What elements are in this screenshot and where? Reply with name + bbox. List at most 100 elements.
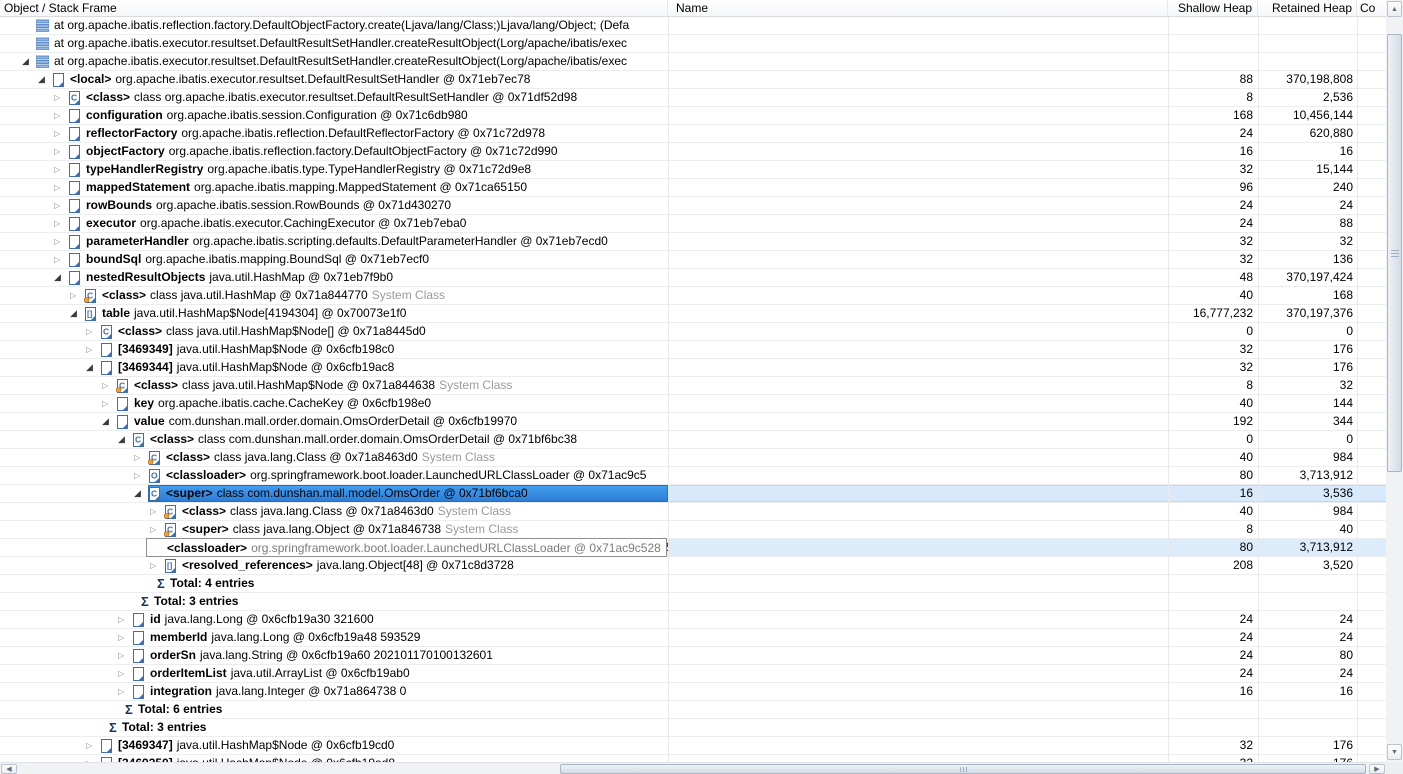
expand-arrow-expanded-icon[interactable]: ◢ xyxy=(134,485,148,502)
horizontal-scrollbar-thumb[interactable] xyxy=(560,764,1366,774)
tree-row[interactable]: ▷C<class>class java.util.HashMap$Node[] … xyxy=(0,323,1386,341)
tree-row[interactable]: ΣTotal: 4 entries xyxy=(0,575,1386,593)
expand-arrow-collapsed-icon[interactable]: ▷ xyxy=(150,503,164,520)
tree-row[interactable]: ▷keyorg.apache.ibatis.cache.CacheKey @ 0… xyxy=(0,395,1386,413)
expand-arrow-collapsed-icon[interactable]: ▷ xyxy=(118,629,132,646)
name-cell xyxy=(668,161,1168,178)
vertical-scrollbar-thumb[interactable] xyxy=(1387,34,1402,472)
expand-arrow-expanded-icon[interactable]: ◢ xyxy=(38,71,52,88)
tree-row[interactable]: at org.apache.ibatis.reflection.factory.… xyxy=(0,17,1386,35)
expand-arrow-collapsed-icon[interactable]: ▷ xyxy=(118,665,132,682)
expand-arrow-collapsed-icon[interactable]: ▷ xyxy=(54,251,68,268)
expand-arrow-collapsed-icon[interactable]: ▷ xyxy=(134,467,148,484)
expand-arrow-collapsed-icon[interactable]: ▷ xyxy=(54,143,68,160)
expand-arrow-collapsed-icon[interactable]: ▷ xyxy=(150,557,164,574)
column-header-co[interactable]: Co xyxy=(1357,0,1386,16)
tree-row[interactable]: ◢nestedResultObjectsjava.util.HashMap @ … xyxy=(0,269,1386,287)
tree-row[interactable]: ▷[]<resolved_references>java.lang.Object… xyxy=(0,557,1386,575)
expand-arrow-expanded-icon[interactable]: ◢ xyxy=(102,413,116,430)
expand-arrow-collapsed-icon[interactable]: ▷ xyxy=(118,683,132,700)
tree-row[interactable]: ▷rowBoundsorg.apache.ibatis.session.RowB… xyxy=(0,197,1386,215)
svg-text:O: O xyxy=(151,470,158,480)
expand-arrow-collapsed-icon[interactable]: ▷ xyxy=(54,179,68,196)
co-cell xyxy=(1357,665,1386,682)
tree-row[interactable]: ▷objectFactoryorg.apache.ibatis.reflecti… xyxy=(0,143,1386,161)
expand-arrow-collapsed-icon[interactable]: ▷ xyxy=(86,737,100,754)
tree-row[interactable]: ▷C<class>class java.lang.Class @ 0x71a84… xyxy=(0,503,1386,521)
expand-arrow-collapsed-icon[interactable]: ▷ xyxy=(70,287,84,304)
column-header-object-stack-frame[interactable]: Object / Stack Frame xyxy=(0,0,668,16)
tree-row[interactable]: ▷typeHandlerRegistryorg.apache.ibatis.ty… xyxy=(0,161,1386,179)
tree-row[interactable]: ▷[3469349]java.util.HashMap$Node @ 0x6cf… xyxy=(0,341,1386,359)
vertical-scrollbar[interactable]: ▲ ▼ xyxy=(1386,0,1403,762)
expand-arrow-collapsed-icon[interactable]: ▷ xyxy=(102,377,116,394)
horizontal-scrollbar[interactable]: ◀ ▶ xyxy=(0,762,1386,774)
column-header-name[interactable]: Name xyxy=(668,0,1168,16)
expand-arrow-expanded-icon[interactable]: ◢ xyxy=(86,359,100,376)
tree-row[interactable]: ▷executororg.apache.ibatis.executor.Cach… xyxy=(0,215,1386,233)
tree-row[interactable]: ▷idjava.lang.Long @ 0x6cfb19a30 32160024… xyxy=(0,611,1386,629)
tree-row[interactable]: ▷C<class>class java.lang.Class @ 0x71a84… xyxy=(0,449,1386,467)
row-content: reflectorFactoryorg.apache.ibatis.reflec… xyxy=(68,125,668,142)
tree-row[interactable]: ▷integrationjava.lang.Integer @ 0x71a864… xyxy=(0,683,1386,701)
expand-arrow-collapsed-icon[interactable]: ▷ xyxy=(134,449,148,466)
object-description: java.util.HashMap$Node @ 0x6cfb19cd0 xyxy=(177,737,395,754)
expand-arrow-collapsed-icon[interactable]: ▷ xyxy=(54,125,68,142)
object-icon xyxy=(132,685,146,699)
shallow-heap-cell: 96 xyxy=(1168,179,1258,196)
expand-arrow-collapsed-icon[interactable]: ▷ xyxy=(54,89,68,106)
tree-row[interactable]: ◢valuecom.dunshan.mall.order.domain.OmsO… xyxy=(0,413,1386,431)
tree-row[interactable]: ▷C<super>class java.lang.Object @ 0x71a8… xyxy=(0,521,1386,539)
tree-row[interactable]: ▷C<class>class org.apache.ibatis.executo… xyxy=(0,89,1386,107)
expand-arrow-collapsed-icon[interactable]: ▷ xyxy=(86,341,100,358)
expand-arrow-collapsed-icon[interactable]: ▷ xyxy=(102,395,116,412)
tree-row[interactable]: ▷reflectorFactoryorg.apache.ibatis.refle… xyxy=(0,125,1386,143)
object-description: java.lang.String @ 0x6cfb19a60 202101170… xyxy=(200,647,493,664)
tree-row[interactable]: ▷orderItemListjava.util.ArrayList @ 0x6c… xyxy=(0,665,1386,683)
expand-arrow-collapsed-icon[interactable]: ▷ xyxy=(150,521,164,538)
tree-row[interactable]: ▷C<class>class java.util.HashMap @ 0x71a… xyxy=(0,287,1386,305)
tree-row[interactable]: ΣTotal: 3 entries xyxy=(0,593,1386,611)
expand-arrow-expanded-icon[interactable]: ◢ xyxy=(54,269,68,286)
tree-row[interactable]: ▷configurationorg.apache.ibatis.session.… xyxy=(0,107,1386,125)
tree-row[interactable]: ◢at org.apache.ibatis.executor.resultset… xyxy=(0,53,1386,71)
tree-row[interactable]: ▷[3469347]java.util.HashMap$Node @ 0x6cf… xyxy=(0,737,1386,755)
tree-row[interactable]: ▷C<class>class java.util.HashMap$Node @ … xyxy=(0,377,1386,395)
tree-row[interactable]: ▷O<classloader>org.springframework.boot.… xyxy=(0,467,1386,485)
expand-arrow-expanded-icon[interactable]: ◢ xyxy=(22,53,36,70)
tree-row[interactable]: ▷boundSqlorg.apache.ibatis.mapping.Bound… xyxy=(0,251,1386,269)
expand-arrow-collapsed-icon[interactable]: ▷ xyxy=(118,647,132,664)
retained-heap-cell: 176 xyxy=(1258,359,1357,376)
tree-row[interactable]: ΣTotal: 6 entries xyxy=(0,701,1386,719)
tree-row[interactable]: ◢[]tablejava.util.HashMap$Node[4194304] … xyxy=(0,305,1386,323)
expand-arrow-collapsed-icon[interactable]: ▷ xyxy=(118,611,132,628)
retained-heap-cell: 10,456,144 xyxy=(1258,107,1357,124)
expand-arrow-collapsed-icon[interactable]: ▷ xyxy=(54,107,68,124)
tree-row[interactable]: ◢C<class>class com.dunshan.mall.order.do… xyxy=(0,431,1386,449)
tree-row[interactable]: ▷mappedStatementorg.apache.ibatis.mappin… xyxy=(0,179,1386,197)
column-header-retained-heap[interactable]: Retained Heap xyxy=(1258,0,1357,16)
scroll-right-arrow-icon[interactable]: ▶ xyxy=(1369,764,1385,774)
expand-arrow-collapsed-icon[interactable]: ▷ xyxy=(54,233,68,250)
tree-row[interactable]: ◢[3469344]java.util.HashMap$Node @ 0x6cf… xyxy=(0,359,1386,377)
tree-row[interactable]: ▷parameterHandlerorg.apache.ibatis.scrip… xyxy=(0,233,1386,251)
field-label: boundSql xyxy=(86,251,141,268)
tree-row[interactable]: ΣTotal: 3 entries xyxy=(0,719,1386,737)
expand-arrow-collapsed-icon[interactable]: ▷ xyxy=(54,197,68,214)
expand-arrow-collapsed-icon[interactable]: ▷ xyxy=(54,215,68,232)
field-label: orderItemList xyxy=(150,665,227,682)
column-header-shallow-heap[interactable]: Shallow Heap xyxy=(1168,0,1258,16)
scroll-left-arrow-icon[interactable]: ◀ xyxy=(1,764,17,774)
tree-row[interactable]: ▷memberIdjava.lang.Long @ 0x6cfb19a48 59… xyxy=(0,629,1386,647)
tree-row[interactable]: at org.apache.ibatis.executor.resultset.… xyxy=(0,35,1386,53)
scroll-down-arrow-icon[interactable]: ▼ xyxy=(1387,744,1402,760)
expand-arrow-collapsed-icon[interactable]: ▷ xyxy=(54,161,68,178)
tree-row[interactable]: ◢<local>org.apache.ibatis.executor.resul… xyxy=(0,71,1386,89)
scroll-up-arrow-icon[interactable]: ▲ xyxy=(1387,1,1402,17)
object-icon xyxy=(68,253,82,267)
expand-arrow-expanded-icon[interactable]: ◢ xyxy=(118,431,132,448)
tree-row[interactable]: ▷orderSnjava.lang.String @ 0x6cfb19a60 2… xyxy=(0,647,1386,665)
tree-row[interactable]: ◢C<super>class com.dunshan.mall.model.Om… xyxy=(0,485,1386,503)
expand-arrow-expanded-icon[interactable]: ◢ xyxy=(70,305,84,322)
expand-arrow-collapsed-icon[interactable]: ▷ xyxy=(86,323,100,340)
